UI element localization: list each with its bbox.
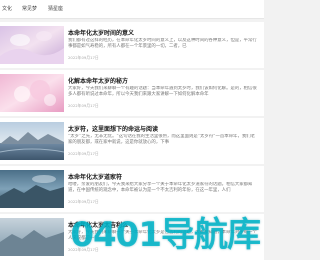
article-title[interactable]: 本命年化太岁道家符	[68, 172, 258, 181]
article-thumbnail[interactable]	[0, 122, 64, 160]
article-title[interactable]: 化解本命年太岁的秘方	[68, 76, 258, 85]
top-navigation: 文化 常见梦 猜星座	[0, 0, 264, 19]
article-thumbnail[interactable]	[0, 74, 64, 112]
article-card[interactable]: 本命年化太岁道家符 哈喽，亲爱的朋友们，今天我来给大家分享一个关于本命年化太岁道…	[0, 166, 264, 212]
article-card[interactable]: 化解本命年太岁的秘方 大家好，今天我们来聊聊一个有趣的话题：当本命年遇到太岁时，…	[0, 70, 264, 116]
article-excerpt: 我们都有过这样的经历，在本命年化太岁时间的意义上，以及这种时间的各种意义，但是，…	[68, 38, 257, 49]
article-date: 2022年09月17日	[68, 199, 99, 204]
article-excerpt: 哈喽，亲爱的朋友们，今天我来给大家分享一个关于本命年化太岁道家符的话题。相信大家…	[68, 182, 253, 193]
article-thumbnail[interactable]	[0, 170, 64, 208]
article-card[interactable]: 太岁符，这里面想下的命运与阅读 “太岁”之先，无非无忧。“这句话在我的生活里很熟…	[0, 118, 264, 164]
article-date: 2022年09月17日	[68, 55, 99, 60]
article-title[interactable]: 太岁符，这里面想下的命运与阅读	[68, 124, 258, 133]
nav-item-culture[interactable]: 文化	[2, 5, 12, 12]
article-date: 2022年09月17日	[68, 103, 99, 108]
site-watermark-logo: 0401导航库	[70, 215, 261, 255]
article-title[interactable]: 本命年化太岁时间的意义	[68, 28, 258, 37]
nav-item-dreams[interactable]: 常见梦	[22, 5, 37, 12]
article-excerpt: “太岁”之先，无非无忧。“这句话在我的生活里很熟，而这里面则是”太岁符“一首本命…	[68, 134, 256, 145]
article-thumbnail[interactable]	[0, 26, 64, 64]
nav-item-zodiac[interactable]: 猜星座	[48, 5, 63, 12]
article-date: 2022年09月17日	[68, 151, 99, 156]
article-excerpt: 大家好，今天我们来聊聊一个有趣的话题：当本命年遇到太岁时，我们该如何化解。是的，…	[68, 86, 257, 97]
article-thumbnail[interactable]	[0, 218, 64, 256]
article-card[interactable]: 本命年化太岁时间的意义 我们都有过这样的经历，在本命年化太岁时间的意义上，以及这…	[0, 22, 264, 68]
